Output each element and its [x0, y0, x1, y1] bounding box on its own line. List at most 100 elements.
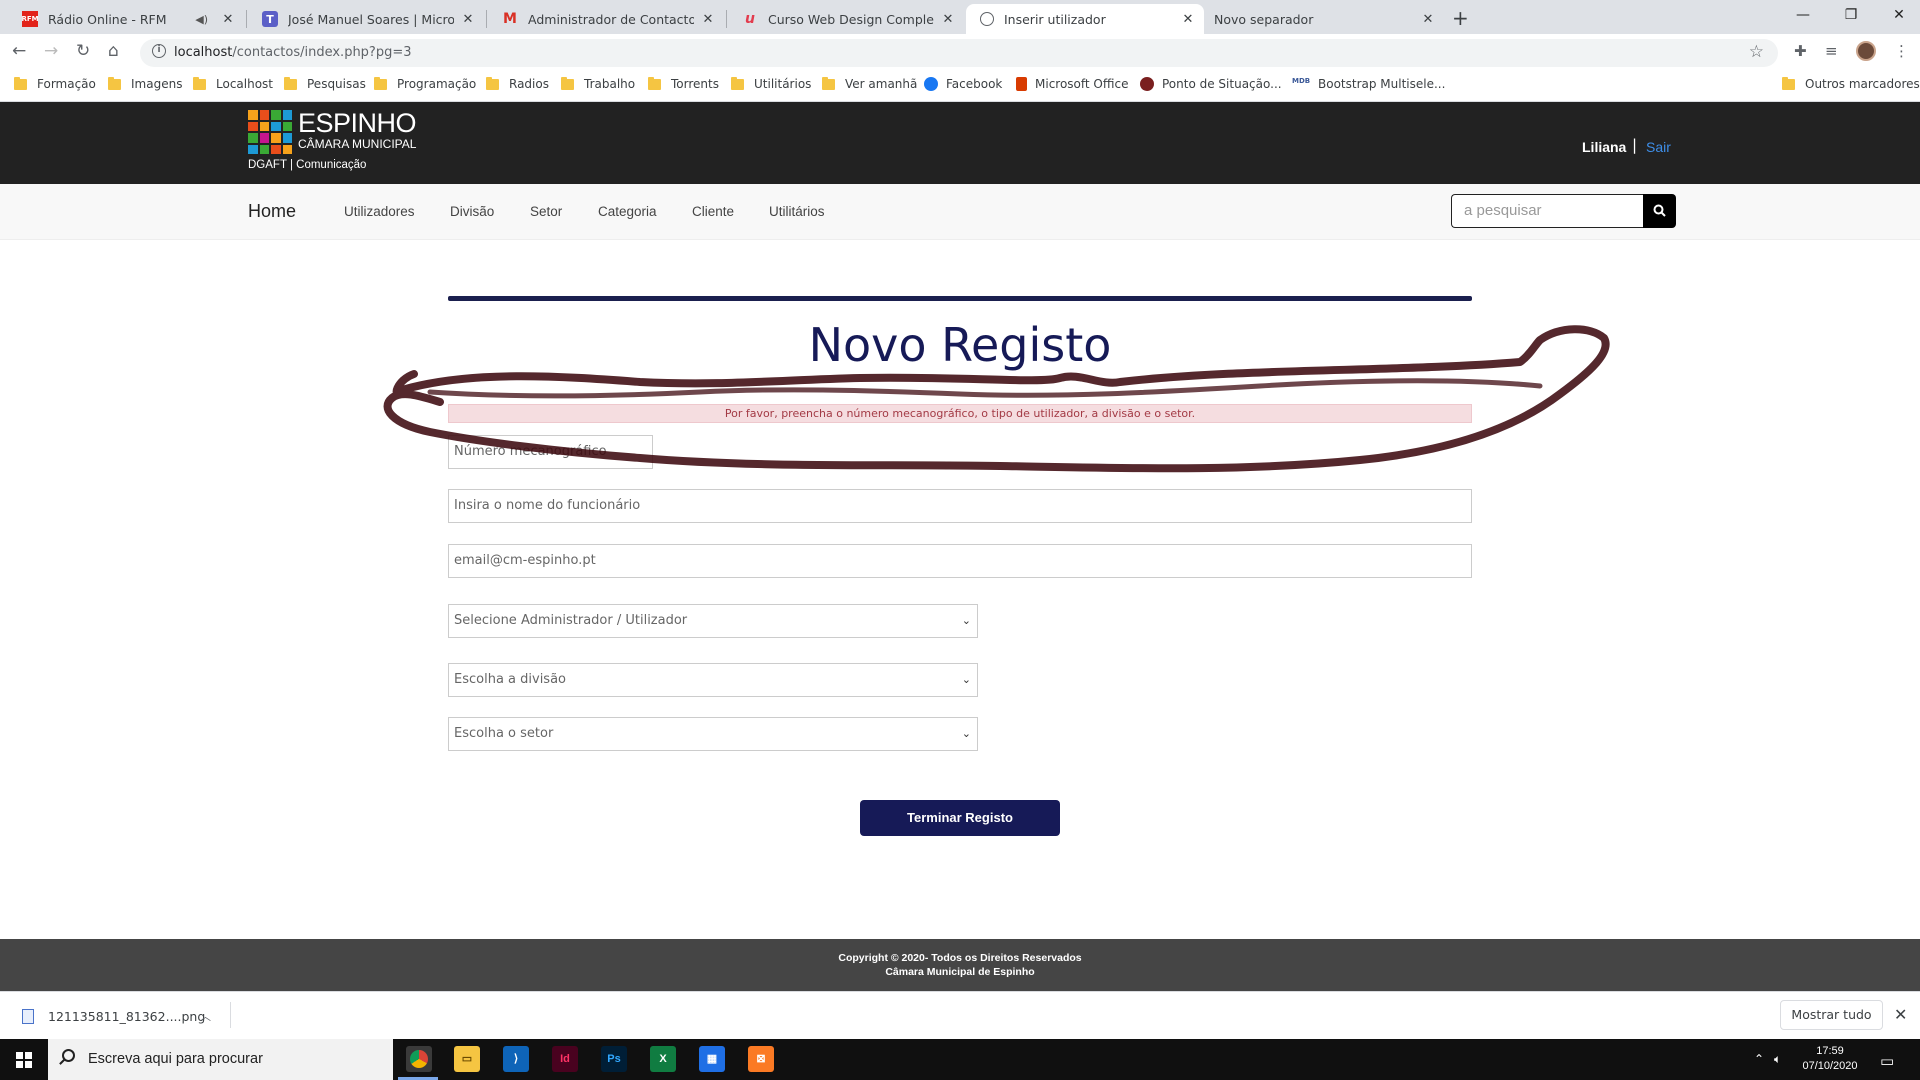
nav-utilitarios[interactable]: Utilitários — [769, 204, 825, 219]
site-search-button[interactable] — [1643, 194, 1676, 228]
bookmark-ponto-situacao[interactable]: Ponto de Situação... — [1140, 77, 1282, 91]
download-file-name: 121135811_81362....png — [48, 1009, 206, 1024]
home-icon[interactable]: ⌂ — [108, 41, 119, 61]
mdb-icon: MDB — [1292, 77, 1311, 85]
bookmark-outros-marcadores[interactable]: Outros marcadores — [1782, 76, 1920, 91]
file-icon — [22, 1009, 34, 1024]
bookmark-programacao[interactable]: Programação — [374, 76, 476, 91]
nav-cliente[interactable]: Cliente — [692, 204, 734, 219]
bookmark-label: Formação — [37, 77, 96, 91]
vscode-icon[interactable]: ⟩ — [503, 1046, 529, 1072]
bookmark-imagens[interactable]: Imagens — [108, 76, 182, 91]
file-explorer-icon[interactable]: ▭ — [454, 1046, 480, 1072]
reload-icon[interactable]: ↻ — [76, 41, 90, 61]
show-all-downloads-button[interactable]: Mostrar tudo — [1780, 1000, 1883, 1030]
address-bar[interactable]: i localhost/contactos/index.php?pg=3 ☆ — [140, 39, 1778, 67]
audio-playing-icon[interactable]: ◀) — [195, 13, 208, 26]
tab-inserir-utilizador[interactable]: Inserir utilizador ✕ — [966, 4, 1204, 34]
site-search-input[interactable]: a pesquisar — [1451, 194, 1644, 228]
excel-icon[interactable]: X — [650, 1046, 676, 1072]
bookmark-radios[interactable]: Radios — [486, 76, 549, 91]
folder-icon — [193, 76, 206, 90]
restore-window-icon[interactable]: ❐ — [1828, 2, 1874, 28]
user-type-selected: Selecione Administrador / Utilizador — [454, 613, 688, 628]
new-tab-button[interactable]: + — [1452, 6, 1469, 30]
minimize-window-icon[interactable]: — — [1780, 2, 1826, 28]
division-select[interactable]: Escolha a divisão ⌄ — [448, 663, 978, 697]
bookmark-star-icon[interactable]: ☆ — [1749, 42, 1764, 62]
email-input[interactable]: email@cm-espinho.pt — [448, 544, 1472, 578]
site-info-icon[interactable]: i — [152, 44, 166, 58]
folder-icon — [486, 76, 499, 90]
folder-icon — [14, 76, 27, 90]
volume-icon[interactable]: 🔈︎ — [1774, 1052, 1781, 1067]
facebook-icon — [924, 77, 938, 91]
tab-udemy[interactable]: u Curso Web Design Completo: HT ✕ — [728, 4, 964, 34]
taskbar-clock[interactable]: 17:59 07/10/2020 — [1798, 1044, 1862, 1074]
calendar-icon[interactable]: ▦ — [699, 1046, 725, 1072]
address-url[interactable]: localhost/contactos/index.php?pg=3 — [174, 45, 412, 60]
footer-copyright: Copyright © 2020- Todos os Direitos Rese… — [838, 952, 1082, 964]
folder-icon — [648, 76, 661, 90]
show-hidden-icons[interactable]: ⌃ — [1754, 1052, 1764, 1066]
nav-categoria[interactable]: Categoria — [598, 204, 657, 219]
tab-gmail[interactable]: M Administrador de Contactos - lilia ✕ — [488, 4, 724, 34]
tab-title: Novo separador — [1214, 11, 1314, 27]
mec-number-input[interactable]: Número mecanográfico — [448, 435, 653, 469]
bookmark-localhost[interactable]: Localhost — [193, 76, 273, 91]
chevron-down-icon: ⌄ — [961, 727, 971, 740]
menu-kebab-icon[interactable]: ⋮ — [1894, 42, 1909, 60]
close-window-icon[interactable]: ✕ — [1876, 2, 1920, 28]
nav-home[interactable]: Home — [248, 201, 296, 222]
form-top-border — [448, 296, 1472, 301]
xampp-icon[interactable]: ⊠ — [748, 1046, 774, 1072]
extensions-icon[interactable]: ✚ — [1794, 42, 1807, 60]
close-download-bar-icon[interactable]: ✕ — [1894, 1005, 1907, 1024]
bookmark-ver-amanha[interactable]: Ver amanhã — [822, 76, 917, 91]
tab-novo-separador[interactable]: Novo separador ✕ — [1206, 4, 1444, 34]
espinho-logo-icon[interactable] — [248, 110, 292, 154]
division-selected: Escolha a divisão — [454, 672, 566, 687]
bookmark-formacao[interactable]: Formação — [14, 76, 96, 91]
chevron-up-icon[interactable]: ︿ — [200, 1008, 211, 1024]
user-type-select[interactable]: Selecione Administrador / Utilizador ⌄ — [448, 604, 978, 638]
sector-select[interactable]: Escolha o setor ⌄ — [448, 717, 978, 751]
bookmark-facebook[interactable]: Facebook — [924, 77, 1002, 91]
photoshop-icon[interactable]: Ps — [601, 1046, 627, 1072]
forward-icon[interactable]: → — [44, 41, 58, 61]
nav-setor[interactable]: Setor — [530, 204, 562, 219]
site-footer — [0, 939, 1920, 991]
media-control-icon[interactable]: ≡ — [1825, 42, 1838, 60]
back-icon[interactable]: ← — [12, 41, 26, 61]
tab-teams[interactable]: T José Manuel Soares | Microsoft Te ✕ — [248, 4, 484, 34]
notifications-icon[interactable]: ▭ — [1880, 1052, 1894, 1070]
validation-alert: Por favor, preencha o número mecanográfi… — [448, 404, 1472, 423]
rfm-icon: RFM — [21, 11, 39, 27]
bookmark-pesquisas[interactable]: Pesquisas — [284, 76, 366, 91]
profile-avatar[interactable] — [1856, 41, 1876, 61]
indesign-icon[interactable]: Id — [552, 1046, 578, 1072]
download-item[interactable]: 121135811_81362....png — [22, 1009, 205, 1024]
employee-name-input[interactable]: Insira o nome do funcionário — [448, 489, 1472, 523]
close-tab-icon[interactable]: ✕ — [700, 12, 716, 27]
close-tab-icon[interactable]: ✕ — [1420, 12, 1436, 27]
browser-toolbar: ← → ↻ ⌂ i localhost/contactos/index.php?… — [0, 34, 1920, 70]
close-tab-icon[interactable]: ✕ — [220, 12, 236, 27]
bookmark-torrents[interactable]: Torrents — [648, 76, 719, 91]
bookmark-trabalho[interactable]: Trabalho — [561, 76, 635, 91]
close-tab-icon[interactable]: ✕ — [460, 12, 476, 27]
chrome-icon[interactable] — [406, 1046, 432, 1072]
page-title: Novo Registo — [808, 318, 1112, 372]
bookmark-utilitarios[interactable]: Utilitários — [731, 76, 811, 91]
finish-registration-button[interactable]: Terminar Registo — [860, 800, 1060, 836]
nav-utilizadores[interactable]: Utilizadores — [344, 204, 415, 219]
tab-title: Curso Web Design Completo: HT — [768, 11, 934, 27]
nav-divisao[interactable]: Divisão — [450, 204, 494, 219]
close-tab-icon[interactable]: ✕ — [1180, 12, 1196, 27]
bookmark-bootstrap-multiselect[interactable]: MDB Bootstrap Multisele... — [1292, 77, 1445, 91]
tab-radio-rfm[interactable]: RFM Rádio Online - RFM ◀) ✕ — [8, 4, 244, 34]
logout-link[interactable]: Sair — [1646, 139, 1671, 155]
bookmark-microsoft-office[interactable]: Microsoft Office — [1016, 77, 1128, 91]
close-tab-icon[interactable]: ✕ — [940, 12, 956, 27]
windows-start-icon[interactable] — [16, 1052, 32, 1068]
